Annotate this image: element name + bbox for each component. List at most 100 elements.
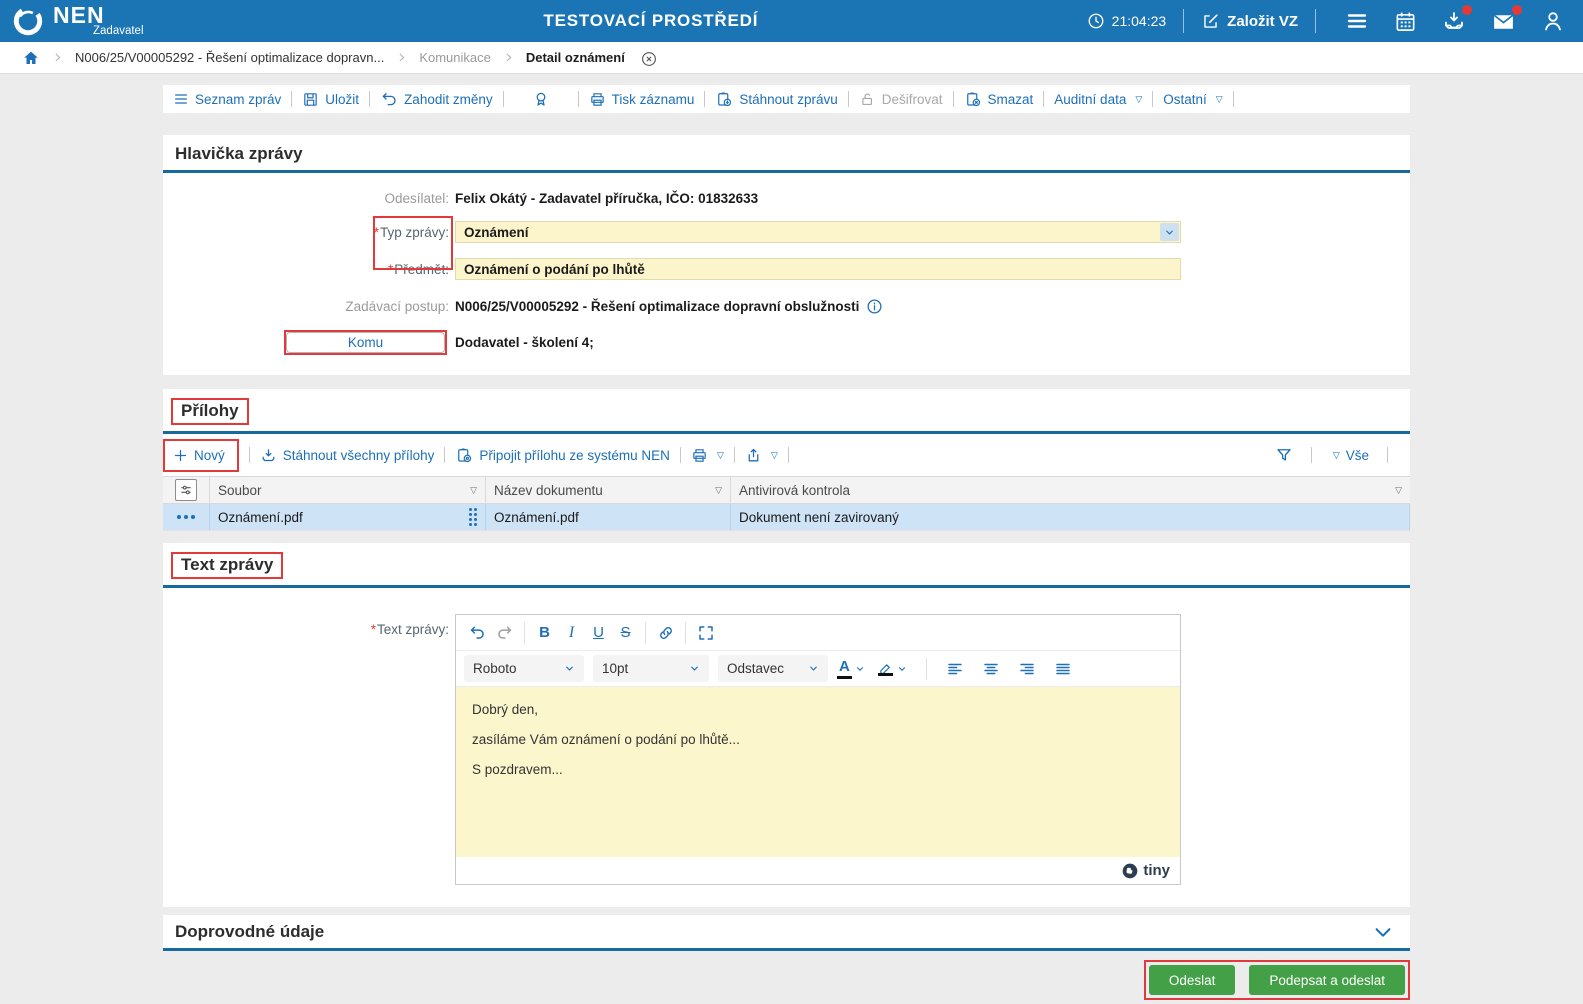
column-header-nazev[interactable]: Název dokumentu ▽ bbox=[486, 477, 731, 503]
editor-content-area[interactable]: Dobrý den, zasíláme Vám oznámení o podán… bbox=[456, 687, 1180, 857]
column-header-soubor[interactable]: Soubor ▽ bbox=[210, 477, 486, 503]
calendar-button[interactable] bbox=[1394, 10, 1417, 33]
brand-title: NEN bbox=[53, 2, 105, 29]
row-menu-icon[interactable] bbox=[177, 515, 195, 519]
table-row[interactable]: Oznámení.pdf Oznámení.pdf Dokument není … bbox=[163, 504, 1410, 531]
editor-font-select[interactable]: Roboto bbox=[464, 655, 584, 682]
editor-block-select[interactable]: Odstavec bbox=[718, 655, 828, 682]
tiny-brand-text[interactable]: tiny bbox=[1143, 862, 1170, 879]
download-all-attachments-button[interactable]: Stáhnout všechny přílohy bbox=[260, 447, 434, 464]
breadcrumb-item-procedure[interactable]: N006/25/V00005292 - Řešení optimalizace … bbox=[75, 50, 384, 65]
filter-arrow-icon[interactable]: ▽ bbox=[1395, 485, 1402, 496]
subject-input[interactable]: Oznámení o podání po lhůtě bbox=[455, 258, 1181, 280]
procedure-field: Zadávací postup: N006/25/V00005292 - Řeš… bbox=[163, 298, 1410, 315]
editor-bold-button[interactable]: B bbox=[531, 619, 558, 646]
nen-logo-icon bbox=[10, 3, 46, 39]
chevron-down-icon[interactable] bbox=[855, 664, 865, 674]
export-icon bbox=[745, 447, 762, 464]
home-icon[interactable] bbox=[22, 49, 40, 67]
message-text-label: Text zprávy: bbox=[376, 622, 449, 637]
section-title-doprovodne: Doprovodné údaje bbox=[175, 921, 325, 941]
messages-button[interactable] bbox=[1491, 4, 1522, 34]
editor-undo-button[interactable] bbox=[464, 619, 491, 646]
rosette-icon bbox=[532, 90, 550, 108]
attachment-doc-name: Oznámení.pdf bbox=[486, 504, 731, 530]
menu-button[interactable] bbox=[1345, 9, 1369, 33]
expand-chevron-icon[interactable] bbox=[1372, 921, 1394, 943]
drag-handle-icon[interactable] bbox=[469, 508, 477, 526]
editor-italic-button[interactable]: I bbox=[558, 619, 585, 646]
editor-align-justify-button[interactable] bbox=[1050, 655, 1077, 682]
column-header-antivir[interactable]: Antivirová kontrola ▽ bbox=[731, 477, 1410, 503]
editor-fontsize-select[interactable]: 10pt bbox=[593, 655, 709, 682]
subject-label: Předmět: bbox=[394, 261, 449, 277]
editor-align-left-button[interactable] bbox=[942, 655, 969, 682]
editor-strikethrough-button[interactable]: S bbox=[612, 619, 639, 646]
filter-arrow-icon[interactable]: ▽ bbox=[470, 485, 477, 496]
print-record-button[interactable]: Tisk záznamu bbox=[589, 91, 694, 108]
breadcrumb-item-komunikace[interactable]: Komunikace bbox=[419, 50, 491, 65]
chevron-right-icon bbox=[502, 51, 515, 64]
print-attachments-button[interactable]: ▽ bbox=[691, 447, 724, 464]
chevron-down-icon[interactable] bbox=[1160, 223, 1179, 241]
decrypt-button[interactable]: Dešifrovat bbox=[859, 91, 943, 108]
message-list-button[interactable]: Seznam zpráv bbox=[173, 91, 281, 107]
session-clock: 21:04:23 bbox=[1087, 12, 1167, 30]
sign-and-send-button[interactable]: Podepsat a odeslat bbox=[1249, 965, 1405, 995]
editor-link-button[interactable] bbox=[652, 619, 679, 646]
discard-changes-button[interactable]: Zahodit změny bbox=[380, 90, 493, 108]
topbar: NEN Zadavatel TESTOVACÍ PROSTŘEDÍ 21:04:… bbox=[0, 0, 1583, 42]
rich-text-editor: B I U S Roboto 10pt Odstavec A Dobrý den… bbox=[455, 614, 1181, 885]
filter-all-button[interactable]: ▽ Vše bbox=[1330, 448, 1369, 463]
send-button[interactable]: Odeslat bbox=[1148, 965, 1236, 995]
editor-paragraph: Dobrý den, bbox=[472, 702, 539, 717]
close-tab-icon[interactable] bbox=[640, 50, 658, 68]
other-button[interactable]: Ostatní ▽ bbox=[1163, 92, 1222, 107]
download-message-button[interactable]: Stáhnout zprávu bbox=[715, 90, 838, 108]
editor-underline-button[interactable]: U bbox=[585, 619, 612, 646]
editor-highlight-button[interactable] bbox=[878, 661, 911, 676]
certificate-button[interactable] bbox=[532, 90, 550, 108]
filter-arrow-icon[interactable]: ▽ bbox=[715, 485, 722, 496]
annotation-red-box: Text zprávy bbox=[171, 552, 284, 579]
export-attachments-button[interactable]: ▽ bbox=[745, 447, 778, 464]
recipient-button[interactable]: Komu bbox=[286, 332, 445, 353]
clipboard-delete-icon bbox=[964, 90, 982, 108]
editor-align-right-button[interactable] bbox=[1014, 655, 1041, 682]
filter-icon[interactable] bbox=[1275, 446, 1293, 464]
attachment-antivirus-status: Dokument není zavirovaný bbox=[731, 504, 1410, 530]
brand-subtitle: Zadavatel bbox=[93, 25, 144, 38]
info-icon[interactable] bbox=[866, 298, 883, 315]
editor-text-color-button[interactable]: A bbox=[837, 658, 869, 679]
message-header-section: Hlavička zprávy Odesílatel: Felix Okátý … bbox=[163, 135, 1410, 375]
editor-fullscreen-button[interactable] bbox=[692, 619, 719, 646]
chevron-down-icon bbox=[681, 663, 700, 674]
printer-icon bbox=[589, 91, 606, 108]
clipboard-gear-icon bbox=[455, 446, 473, 464]
attach-from-nen-button[interactable]: Připojit přílohu ze systému NEN bbox=[455, 446, 670, 464]
session-time: 21:04:23 bbox=[1111, 13, 1167, 29]
recipient-field: Komu Dodavatel - školení 4; bbox=[163, 330, 1410, 355]
chevron-down-icon bbox=[556, 663, 575, 674]
delete-button[interactable]: Smazat bbox=[964, 90, 1033, 108]
tiny-logo-icon[interactable] bbox=[1122, 863, 1138, 879]
create-vz-button[interactable]: Založit VZ bbox=[1201, 12, 1298, 31]
footer-actions: Odeslat Podepsat a odeslat bbox=[163, 960, 1410, 1000]
message-type-select[interactable]: Oznámení bbox=[455, 221, 1181, 243]
downloads-button[interactable] bbox=[1442, 5, 1472, 33]
new-attachment-button[interactable]: Nový bbox=[163, 438, 239, 472]
section-title-prilohy: Přílohy bbox=[181, 401, 239, 420]
editor-align-center-button[interactable] bbox=[978, 655, 1005, 682]
chevron-down-icon[interactable] bbox=[897, 664, 907, 674]
nen-brand[interactable]: NEN Zadavatel bbox=[10, 3, 215, 39]
editor-redo-button[interactable] bbox=[491, 619, 518, 646]
topbar-divider bbox=[1315, 9, 1316, 33]
sender-label: Odesílatel: bbox=[384, 191, 449, 206]
dropdown-arrow-icon: ▽ bbox=[770, 449, 778, 460]
notification-dot bbox=[1512, 4, 1522, 15]
command-toolbar: Seznam zpráv Uložit Zahodit změny Tisk z… bbox=[163, 85, 1410, 113]
save-button[interactable]: Uložit bbox=[302, 91, 359, 108]
column-settings-button[interactable] bbox=[175, 479, 197, 501]
profile-button[interactable] bbox=[1541, 9, 1565, 33]
audit-data-button[interactable]: Auditní data ▽ bbox=[1054, 92, 1142, 107]
